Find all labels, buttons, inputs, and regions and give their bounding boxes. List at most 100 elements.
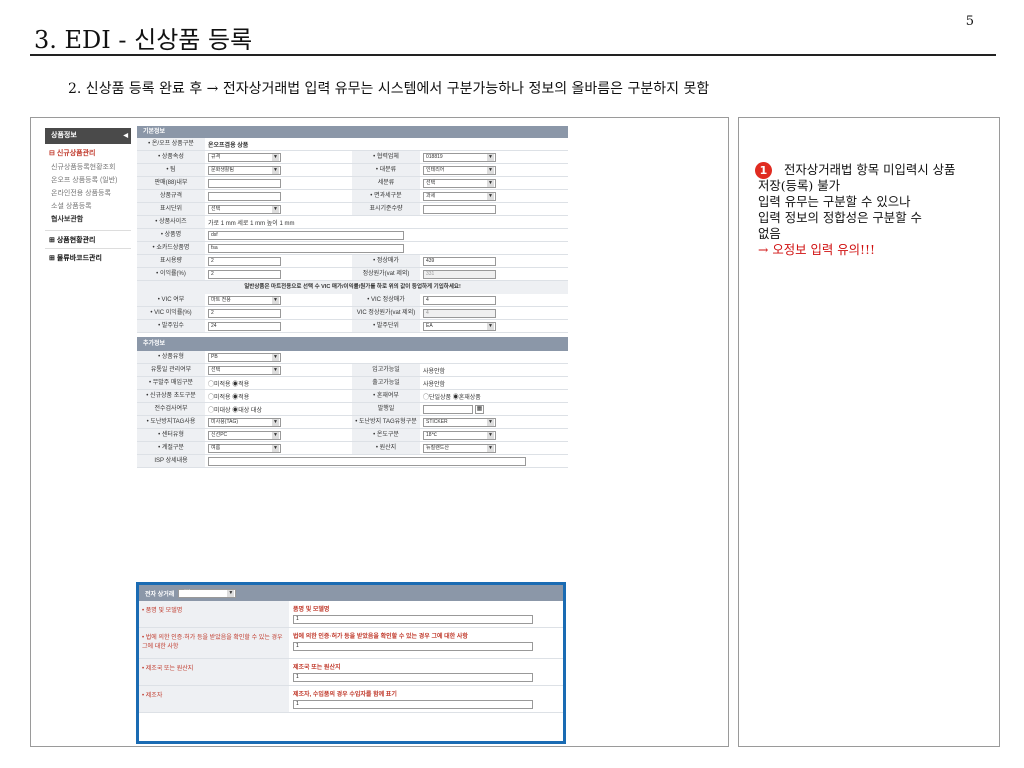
note-line-5: 없음 <box>758 226 781 241</box>
tag-type-select[interactable]: STICKER <box>423 417 496 427</box>
form-row: ISP 상세내용 <box>137 455 568 468</box>
sidebar-item-online-register[interactable]: 온라인전용 상품등록 <box>45 187 131 200</box>
attribute-select[interactable]: 규격 <box>208 152 281 162</box>
ecommerce-category-select[interactable]: 기타 <box>178 588 237 598</box>
page-number: 5 <box>965 14 974 29</box>
field-label: • 온/오프 상품구분 <box>137 138 205 150</box>
tax-select[interactable]: 과세 <box>423 191 496 201</box>
form-row: 판매(88)내부 세분류 선택 <box>137 177 568 190</box>
season-select[interactable]: 여름 <box>208 443 281 453</box>
sidebar-group-new-product[interactable]: ⊟ 신규상품관리 <box>45 144 131 161</box>
subcategory-select[interactable]: 선택 <box>423 178 496 188</box>
sidebar-group-label: 물류바코드관리 <box>56 255 102 262</box>
team-select[interactable]: 문화생활팀 <box>208 165 281 175</box>
note-line-4: 입력 정보의 정합성은 구분할 수 <box>758 210 922 225</box>
center-select[interactable]: 신선PC <box>208 430 281 440</box>
form-row: • 발주입수 24 • 발주단위 EA <box>137 320 568 333</box>
cost-input: 331 <box>423 269 496 279</box>
sidebar-group-status[interactable]: ⊞ 상품현황관리 <box>45 230 131 248</box>
sidebar-item-archive[interactable]: 협사보관함 <box>45 213 131 226</box>
unit-select[interactable]: 선택 <box>208 204 281 214</box>
isp-input[interactable] <box>208 456 526 466</box>
form-row: • 팀문화생활팀• 대분류인테리어 <box>137 164 568 177</box>
ecommerce-row: • 품명 및 모델명 품명 및 모델명 1 <box>139 601 563 628</box>
sidebar-item-new-status[interactable]: 신규상품등록현황조회 <box>45 161 131 174</box>
note-line-1: 전자상거래법 항목 미입력시 상품 <box>784 162 956 177</box>
form-row: • 신규상품 초도구분 ◯미적용 ◉적용 • 혼재여부 ◯단일상품 ◉혼재상품 <box>137 390 568 403</box>
tag-select[interactable]: 미사용(TAG) <box>208 417 281 427</box>
spec-input[interactable] <box>208 191 281 201</box>
sidebar-item-social-register[interactable]: 소셜 상품등록 <box>45 200 131 213</box>
vic-price-input[interactable]: 4 <box>423 295 496 305</box>
order-unit-select[interactable]: EA <box>423 321 496 331</box>
ecommerce-header: 전자 상거래 기타 <box>139 585 563 601</box>
sidebar-group-label: 상품현황관리 <box>56 237 96 244</box>
origin-input[interactable]: 1 <box>293 673 533 682</box>
manufacturer-input[interactable]: 1 <box>293 700 533 709</box>
mixed-radio[interactable]: ◯단일상품 ◉혼재상품 <box>420 390 568 402</box>
calendar-icon[interactable]: ▦ <box>475 404 484 414</box>
form-row: • 상품명 dsf <box>137 229 568 242</box>
vic-select[interactable]: 마트 전용 <box>208 295 281 305</box>
ecommerce-row: • 법에 의한 인증·허가 등을 받았음을 확인할 수 있는 경우 그에 대한 … <box>139 628 563 659</box>
order-qty-input[interactable]: 24 <box>208 321 281 331</box>
initial-radio[interactable]: ◯미적용 ◉적용 <box>205 390 352 402</box>
form-row: • 상품속성규격• 협력업체018819 <box>137 151 568 164</box>
no-order-radio[interactable]: ◯미적용 ◉적용 <box>205 377 352 389</box>
form-row: • 이익률(%) 2 정상원가(vat 제외) 331 <box>137 268 568 281</box>
form-row: 전수검사여부 ◯미대상 ◉대상 대상 발행일 ▦ <box>137 403 568 416</box>
ecommerce-section: 전자 상거래기타 • 품명 및 모델명품명 및 모델명1 • 법에 의한 인증·… <box>136 582 566 744</box>
product-name-input[interactable]: dsf <box>208 230 404 240</box>
certification-input[interactable]: 1 <box>293 642 533 651</box>
form-row: • 계절구분여름• 원산지뉴질랜드산 <box>137 442 568 455</box>
vendor-select[interactable]: 018819 <box>423 152 496 162</box>
issue-date-input[interactable] <box>423 404 473 414</box>
ecommerce-row: • 제조국 또는 원산지 제조국 또는 원산지 1 <box>139 659 563 686</box>
form-row: • 센터유형신선PC• 온도구분18℃ <box>137 429 568 442</box>
vic-margin-input[interactable]: 2 <box>208 308 281 318</box>
size-inputs[interactable]: 가로 1 mm 세로 1 mm 높이 1 mm <box>205 216 568 228</box>
form-row: • 도난방지TAG사용미사용(TAG)• 도난방지 TAG유형구분STICKER <box>137 416 568 429</box>
model-name-input[interactable]: 1 <box>293 615 533 624</box>
form-row: 표시단위선택표시기준수량 <box>137 203 568 216</box>
volume-input[interactable]: 2 <box>208 256 281 266</box>
form-row: • VIC 이익률(%) 2 VIC 정상원가(vat 제외) 4 <box>137 307 568 320</box>
note-warning: → 오정보 입력 유의!!! <box>758 242 875 257</box>
form-row: • 상품유형 PB <box>137 351 568 364</box>
form-row: 표시용량 2 • 정상매가 439 <box>137 255 568 268</box>
origin-select[interactable]: 뉴질랜드산 <box>423 443 496 453</box>
form-row: 유통일 관리여부선택입고가능일사용안함 <box>137 364 568 377</box>
ecommerce-row: • 제조자 제조자, 수입품의 경우 수입자를 함께 표기 1 <box>139 686 563 713</box>
product-form: 기본정보 • 온/오프 상품구분온오프겸용 상품 • 상품속성규격• 협력업체0… <box>137 126 568 468</box>
inbound-value: 사용안함 <box>423 368 446 375</box>
note-text: 전자상거래법 항목 미입력시 상품 저장(등록) 불가 입력 유무는 구분할 수… <box>758 162 1003 258</box>
qty-input[interactable] <box>423 204 496 214</box>
sidebar-item-onoff-register[interactable]: 온오프 상품등록 (일반) <box>45 174 131 187</box>
ecommerce-title: 전자 상거래 <box>145 591 175 598</box>
sidebar-item-label: 협사보관함 <box>51 216 84 223</box>
expiry-select[interactable]: 선택 <box>208 365 281 375</box>
page-title: 3. EDI - 신상품 등록 <box>34 26 253 54</box>
margin-input[interactable]: 2 <box>208 269 281 279</box>
sales-input[interactable] <box>208 178 281 188</box>
form-row: 상품규격 • 면과세구분 과세 <box>137 190 568 203</box>
extra-info-header: 추가정보 <box>137 337 568 351</box>
sidebar-header[interactable]: 상품정보 <box>45 128 131 144</box>
temp-select[interactable]: 18℃ <box>423 430 496 440</box>
subtitle: 2. 신상품 등록 완료 후 → 전자상거래법 입력 유무는 시스템에서 구분가… <box>68 81 710 97</box>
showcard-name-input[interactable]: fsa <box>208 243 404 253</box>
note-line-3: 입력 유무는 구분할 수 있으나 <box>758 194 911 209</box>
title-divider <box>30 54 996 56</box>
inspection-radio[interactable]: ◯미대상 ◉대상 대상 <box>205 403 352 415</box>
vic-cost-input: 4 <box>423 308 496 318</box>
form-row: • 무발주 매입구분 ◯미적용 ◉적용 출고가능일 사용안함 <box>137 377 568 390</box>
price-input[interactable]: 439 <box>423 256 496 266</box>
type-select[interactable]: PB <box>208 352 281 362</box>
note-line-2: 저장(등록) 불가 <box>758 178 841 193</box>
form-row: • VIC 여부마트 전용• VIC 정상매가4 <box>137 294 568 307</box>
sidebar-group-label: 신규상품관리 <box>56 150 96 157</box>
outbound-value: 사용안함 <box>423 381 446 388</box>
category-select[interactable]: 인테리어 <box>423 165 496 175</box>
vic-notice: 일반상품은 마트전용으로 선택 수 VIC 매가/이익률/원가를 하로 위의 값… <box>137 281 568 294</box>
sidebar-group-barcode[interactable]: ⊞ 물류바코드관리 <box>45 248 131 266</box>
